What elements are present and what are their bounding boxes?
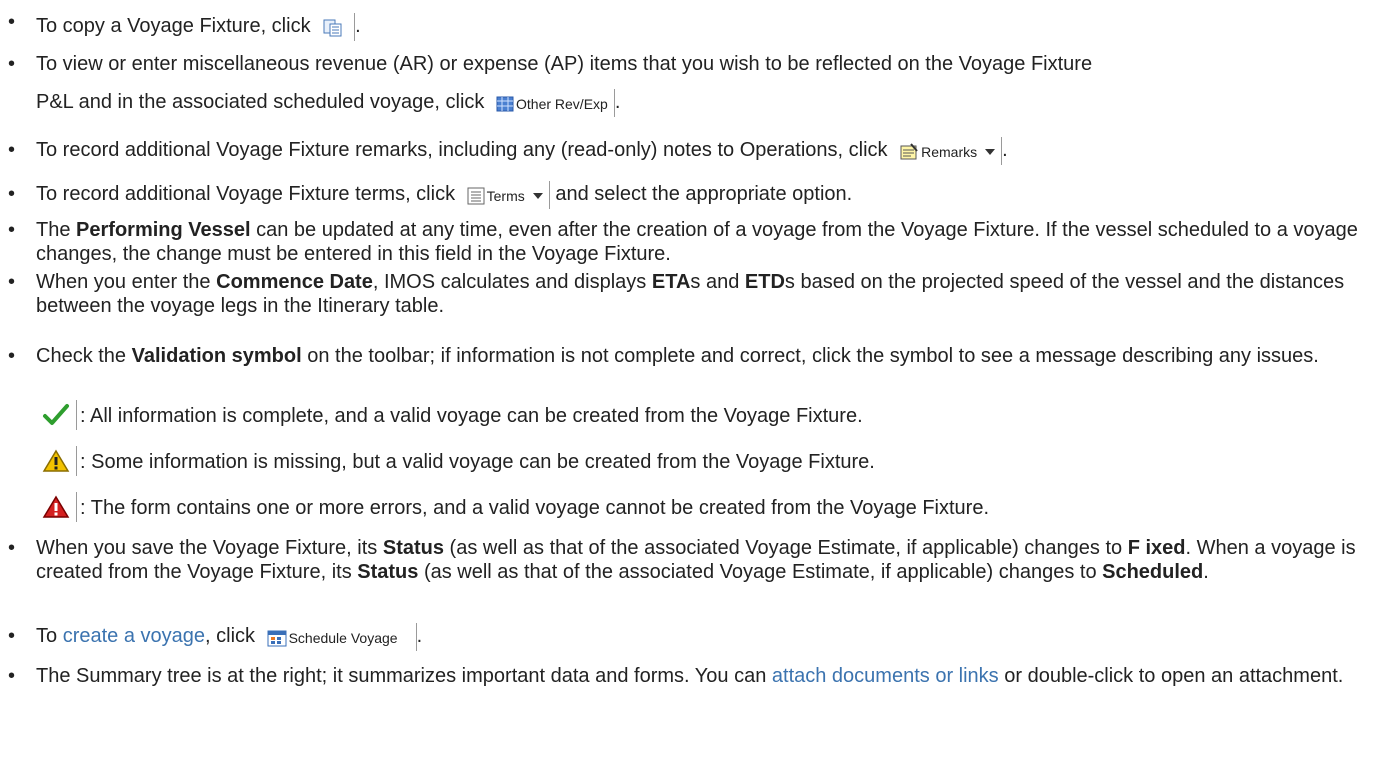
bullet: •	[8, 271, 16, 293]
text: on the toolbar; if information is not co…	[307, 345, 1319, 367]
text: Check the	[36, 345, 127, 367]
bullet: •	[8, 219, 16, 241]
text: When you save the Voyage Fixture, its	[36, 537, 378, 559]
item-text: When you enter the Commence Date, IMOS c…	[36, 270, 1372, 318]
terms-text-post: and select the appropriate option.	[555, 183, 853, 205]
text: , click	[205, 625, 256, 647]
text: (as well as that of the associated Voyag…	[423, 561, 1097, 583]
text: The	[36, 219, 71, 241]
remarks-button[interactable]: Remarks	[893, 136, 1003, 165]
item-text: To create a voyage, click Schedule Voyag…	[36, 622, 1372, 651]
item-text: To copy a Voyage Fixture, click .	[36, 12, 1372, 41]
validation-error-row: : The form contains one or more errors, …	[8, 492, 1372, 526]
item-text: When you save the Voyage Fixture, its St…	[36, 536, 1372, 584]
other-rev-exp-label: Other Rev/Exp	[516, 96, 608, 113]
schedule-voyage-label: Schedule Voyage	[288, 630, 398, 647]
list-item-create-voyage: • To create a voyage, click Schedule Voy…	[8, 618, 1372, 652]
warning-triangle-icon	[42, 449, 70, 472]
text: The Summary tree is at the right; it sum…	[36, 665, 767, 687]
list-item-other-rev-exp: • To view or enter miscellaneous revenue…	[8, 48, 1372, 128]
remarks-label: Remarks	[921, 144, 978, 161]
list-item-status: • When you save the Voyage Fixture, its …	[8, 532, 1372, 610]
performing-vessel-label: Performing Vessel	[76, 219, 251, 241]
calendar-icon	[267, 630, 287, 647]
period: .	[355, 15, 361, 37]
list-item-terms: • To record additional Voyage Fixture te…	[8, 176, 1372, 210]
error-description: : The form contains one or more errors, …	[80, 497, 990, 519]
eta-label: ETA	[651, 271, 691, 293]
bullet: •	[8, 53, 16, 75]
text: When you enter the	[36, 271, 211, 293]
list-item-performing-vessel: • The Performing Vessel can be updated a…	[8, 214, 1372, 266]
list-item-copy: • To copy a Voyage Fixture, click .	[8, 10, 1372, 42]
status-label: Status	[382, 537, 444, 559]
error-triangle-icon	[42, 495, 70, 518]
text: , IMOS calculates and displays	[372, 271, 647, 293]
copy-button[interactable]	[316, 12, 356, 41]
other-rev-exp-text-line1: To view or enter miscellaneous revenue (…	[36, 53, 1093, 75]
period: .	[614, 91, 621, 113]
status-label: Status	[357, 561, 419, 583]
text: To	[36, 625, 58, 647]
terms-label: Terms	[486, 188, 525, 205]
text: s and	[690, 271, 740, 293]
fixed-label: F ixed	[1127, 537, 1186, 559]
grid-table-icon	[496, 96, 514, 112]
bullet: •	[8, 183, 16, 205]
other-rev-exp-text-line2: P&L and in the associated scheduled voya…	[36, 91, 485, 113]
item-text: Check the Validation symbol on the toolb…	[36, 344, 1372, 368]
commence-date-label: Commence Date	[216, 271, 373, 293]
bullet: •	[8, 11, 16, 33]
list-item-validation: • Check the Validation symbol on the too…	[8, 340, 1372, 392]
remarks-text: To record additional Voyage Fixture rema…	[36, 139, 888, 161]
attach-documents-link[interactable]: attach documents or links	[772, 665, 999, 687]
period: .	[1002, 139, 1008, 161]
etd-label: ETD	[744, 271, 785, 293]
checkmark-icon	[43, 404, 69, 425]
list-icon	[467, 187, 485, 205]
item-text: The Summary tree is at the right; it sum…	[36, 664, 1372, 688]
terms-text: To record additional Voyage Fixture term…	[36, 183, 456, 205]
bullet: •	[8, 139, 16, 161]
validation-symbol-label: Validation symbol	[131, 345, 302, 367]
list-item-remarks: • To record additional Voyage Fixture re…	[8, 132, 1372, 166]
warning-symbol[interactable]	[36, 446, 77, 476]
validation-valid-row: : All information is complete, and a val…	[8, 400, 1372, 434]
scheduled-label: Scheduled	[1102, 561, 1204, 583]
chevron-down-icon	[985, 149, 996, 156]
valid-description: : All information is complete, and a val…	[80, 405, 863, 427]
item-text: To record additional Voyage Fixture term…	[36, 180, 1372, 209]
copy-icon	[323, 19, 342, 37]
period: .	[416, 625, 423, 647]
item-text: To record additional Voyage Fixture rema…	[36, 136, 1372, 165]
bullet: •	[8, 345, 16, 367]
other-rev-exp-button[interactable]: Other Rev/Exp	[490, 88, 615, 117]
bullet: •	[8, 625, 16, 647]
chevron-down-icon	[532, 193, 543, 200]
notepad-icon	[900, 143, 918, 160]
copy-instruction-text: To copy a Voyage Fixture, click	[36, 15, 311, 37]
validation-warning-row: : Some information is missing, but a val…	[8, 446, 1372, 480]
warning-description: : Some information is missing, but a val…	[80, 451, 875, 473]
text: (as well as that of the associated Voyag…	[449, 537, 1123, 559]
schedule-voyage-button[interactable]: Schedule Voyage	[260, 622, 417, 651]
item-text: To view or enter miscellaneous revenue (…	[36, 52, 1372, 117]
valid-symbol[interactable]	[36, 400, 77, 430]
period: .	[1203, 561, 1209, 583]
error-symbol[interactable]	[36, 492, 77, 522]
create-voyage-link[interactable]: create a voyage	[63, 625, 205, 647]
bullet: •	[8, 537, 16, 559]
list-item-commence-date: • When you enter the Commence Date, IMOS…	[8, 266, 1372, 318]
list-item-summary-tree: • The Summary tree is at the right; it s…	[8, 660, 1372, 720]
text: or double-click to open an attachment.	[1004, 665, 1344, 687]
item-text: The Performing Vessel can be updated at …	[36, 218, 1372, 266]
bullet: •	[8, 665, 16, 687]
terms-button[interactable]: Terms	[460, 180, 550, 209]
